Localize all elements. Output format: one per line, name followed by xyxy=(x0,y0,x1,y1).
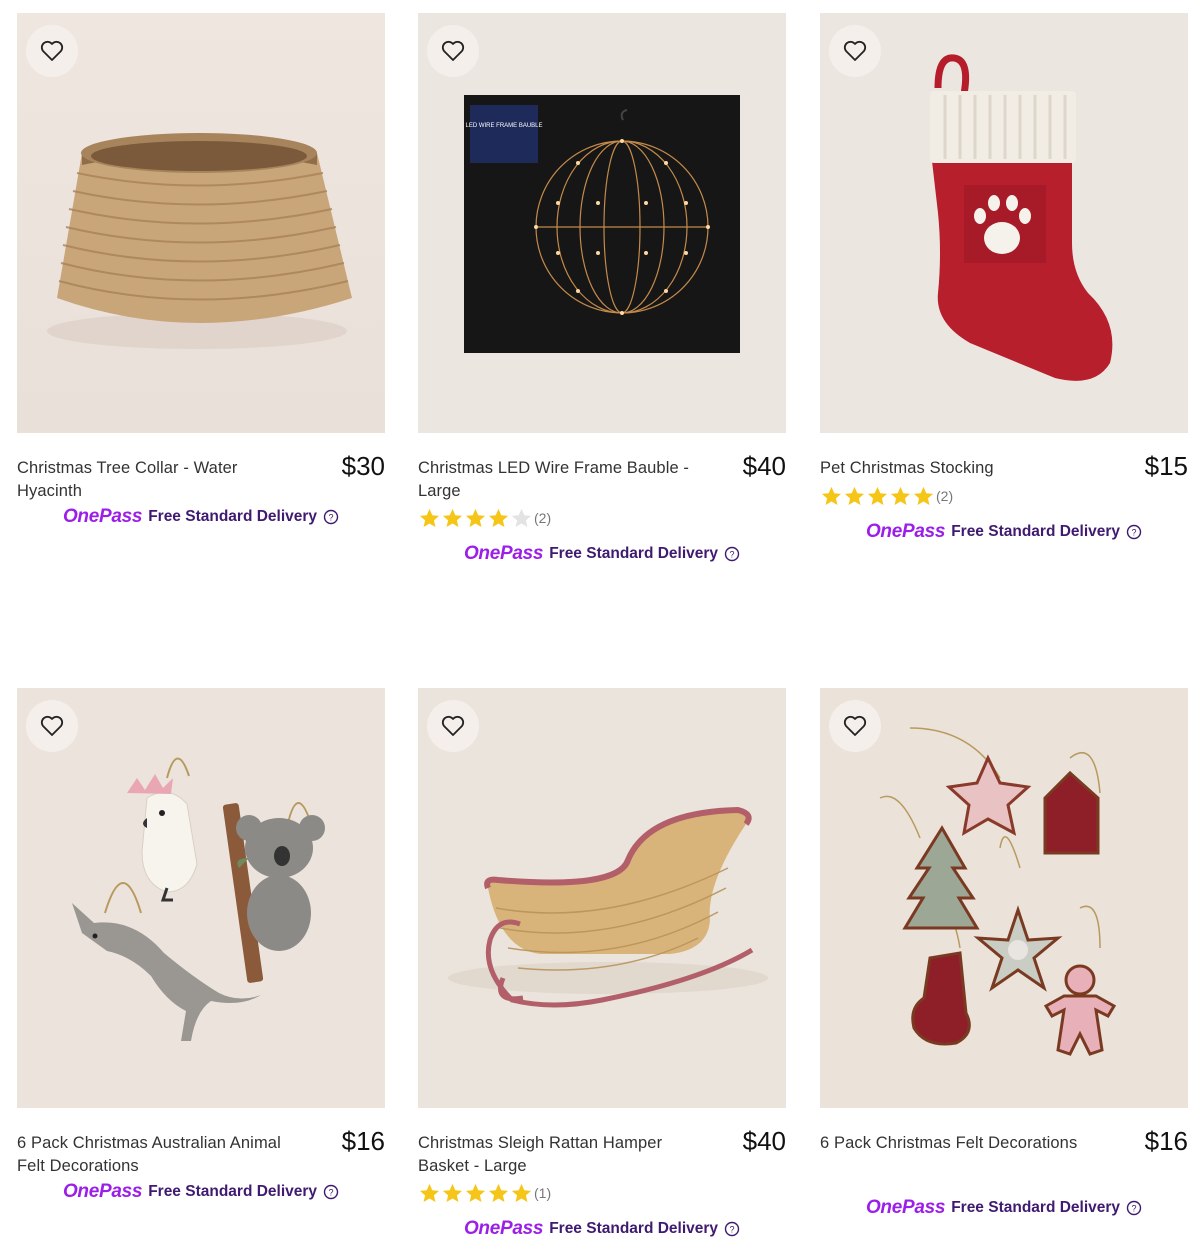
star-icon xyxy=(511,1183,532,1202)
heart-icon xyxy=(40,715,64,736)
wishlist-button[interactable] xyxy=(427,700,479,752)
wishlist-button[interactable] xyxy=(829,700,881,752)
onepass-delivery-badge: OnePass Free Standard Delivery ? xyxy=(17,503,385,531)
review-count: (2) xyxy=(534,510,552,526)
product-price: $16 xyxy=(341,1126,385,1156)
help-icon[interactable]: ? xyxy=(323,509,339,525)
onepass-delivery-badge: OnePass Free Standard Delivery ? xyxy=(17,1178,385,1206)
product-card[interactable]: 6 Pack Christmas Australian Animal Felt … xyxy=(17,688,385,1206)
star-icon xyxy=(419,508,440,527)
product-image[interactable]: LED WIRE FRAME BAUBLE xyxy=(418,13,786,433)
star-rating xyxy=(418,507,533,530)
box-label: LED WIRE FRAME BAUBLE xyxy=(465,123,542,129)
stocking-image xyxy=(820,13,1188,433)
delivery-text: Free Standard Delivery xyxy=(148,508,318,525)
tree-collar-image xyxy=(17,13,385,433)
help-icon[interactable]: ? xyxy=(724,1221,740,1237)
svg-text:?: ? xyxy=(329,513,334,523)
delivery-text: Free Standard Delivery xyxy=(549,1220,719,1237)
delivery-text: Free Standard Delivery xyxy=(951,1199,1121,1216)
help-icon[interactable]: ? xyxy=(323,1184,339,1200)
heart-icon xyxy=(441,40,465,61)
onepass-logo: OnePass xyxy=(62,1181,143,1202)
help-icon[interactable]: ? xyxy=(724,546,740,562)
star-rating xyxy=(820,485,935,508)
product-image[interactable] xyxy=(418,688,786,1108)
product-title[interactable]: Christmas Tree Collar - Water Hyacinth xyxy=(17,457,297,503)
review-count: (2) xyxy=(936,488,954,504)
help-icon[interactable]: ? xyxy=(1126,1200,1142,1216)
product-price: $15 xyxy=(1144,451,1188,481)
product-card[interactable]: Christmas Sleigh Rattan Hamper Basket - … xyxy=(418,688,786,1243)
onepass-delivery-badge: OnePass Free Standard Delivery ? xyxy=(418,1215,786,1243)
svg-text:?: ? xyxy=(730,1225,735,1235)
onepass-delivery-badge: OnePass Free Standard Delivery ? xyxy=(418,540,786,568)
product-image[interactable] xyxy=(17,688,385,1108)
wishlist-button[interactable] xyxy=(829,25,881,77)
product-rating[interactable]: (2) xyxy=(418,506,786,530)
onepass-logo: OnePass xyxy=(62,506,143,527)
onepass-delivery-badge: OnePass Free Standard Delivery ? xyxy=(820,1194,1188,1222)
product-title[interactable]: 6 Pack Christmas Australian Animal Felt … xyxy=(17,1132,297,1178)
delivery-text: Free Standard Delivery xyxy=(148,1183,318,1200)
product-price: $16 xyxy=(1144,1126,1188,1156)
star-icon xyxy=(465,1183,486,1202)
product-price: $30 xyxy=(341,451,385,481)
star-icon xyxy=(465,508,486,527)
svg-text:?: ? xyxy=(1132,1204,1137,1214)
rattan-sleigh-image xyxy=(418,688,786,1108)
product-price: $40 xyxy=(742,1126,786,1156)
svg-text:?: ? xyxy=(730,550,735,560)
led-bauble-image: LED WIRE FRAME BAUBLE xyxy=(418,13,786,433)
star-icon xyxy=(867,486,888,505)
heart-icon xyxy=(843,40,867,61)
onepass-logo: OnePass xyxy=(865,521,946,542)
wishlist-button[interactable] xyxy=(26,25,78,77)
product-title[interactable]: Pet Christmas Stocking xyxy=(820,457,1100,480)
svg-text:?: ? xyxy=(1132,528,1137,538)
star-icon xyxy=(488,508,509,527)
onepass-logo: OnePass xyxy=(463,543,544,564)
help-icon[interactable]: ? xyxy=(1126,524,1142,540)
review-count: (1) xyxy=(534,1185,552,1201)
onepass-logo: OnePass xyxy=(463,1218,544,1239)
delivery-text: Free Standard Delivery xyxy=(951,523,1121,540)
star-icon xyxy=(419,1183,440,1202)
star-rating xyxy=(418,1182,533,1205)
heart-icon xyxy=(441,715,465,736)
svg-text:?: ? xyxy=(329,1188,334,1198)
heart-icon xyxy=(40,40,64,61)
product-image[interactable] xyxy=(820,688,1188,1108)
star-empty-icon xyxy=(511,508,532,527)
onepass-delivery-badge: OnePass Free Standard Delivery ? xyxy=(820,518,1188,546)
product-card[interactable]: Christmas Tree Collar - Water Hyacinth $… xyxy=(17,13,385,531)
product-card[interactable]: LED WIRE FRAME BAUBLE Christmas LED Wire… xyxy=(418,13,786,568)
star-icon xyxy=(844,486,865,505)
heart-icon xyxy=(843,715,867,736)
star-icon xyxy=(442,1183,463,1202)
delivery-text: Free Standard Delivery xyxy=(549,545,719,562)
product-price: $40 xyxy=(742,451,786,481)
star-icon xyxy=(821,486,842,505)
product-title[interactable]: Christmas Sleigh Rattan Hamper Basket - … xyxy=(418,1132,698,1178)
product-image[interactable] xyxy=(820,13,1188,433)
star-icon xyxy=(488,1183,509,1202)
product-rating[interactable]: (1) xyxy=(418,1181,786,1205)
product-title[interactable]: Christmas LED Wire Frame Bauble - Large xyxy=(418,457,698,503)
product-title[interactable]: 6 Pack Christmas Felt Decorations xyxy=(820,1132,1100,1155)
product-rating[interactable]: (2) xyxy=(820,484,1188,508)
product-card[interactable]: 6 Pack Christmas Felt Decorations $16 On… xyxy=(820,688,1188,1222)
onepass-logo: OnePass xyxy=(865,1197,946,1218)
product-image[interactable] xyxy=(17,13,385,433)
animal-ornaments-image xyxy=(17,688,385,1108)
star-icon xyxy=(913,486,934,505)
felt-ornaments-image xyxy=(820,688,1188,1108)
wishlist-button[interactable] xyxy=(427,25,479,77)
star-icon xyxy=(442,508,463,527)
wishlist-button[interactable] xyxy=(26,700,78,752)
product-card[interactable]: Pet Christmas Stocking $15 (2) OnePass F… xyxy=(820,13,1188,546)
star-icon xyxy=(890,486,911,505)
